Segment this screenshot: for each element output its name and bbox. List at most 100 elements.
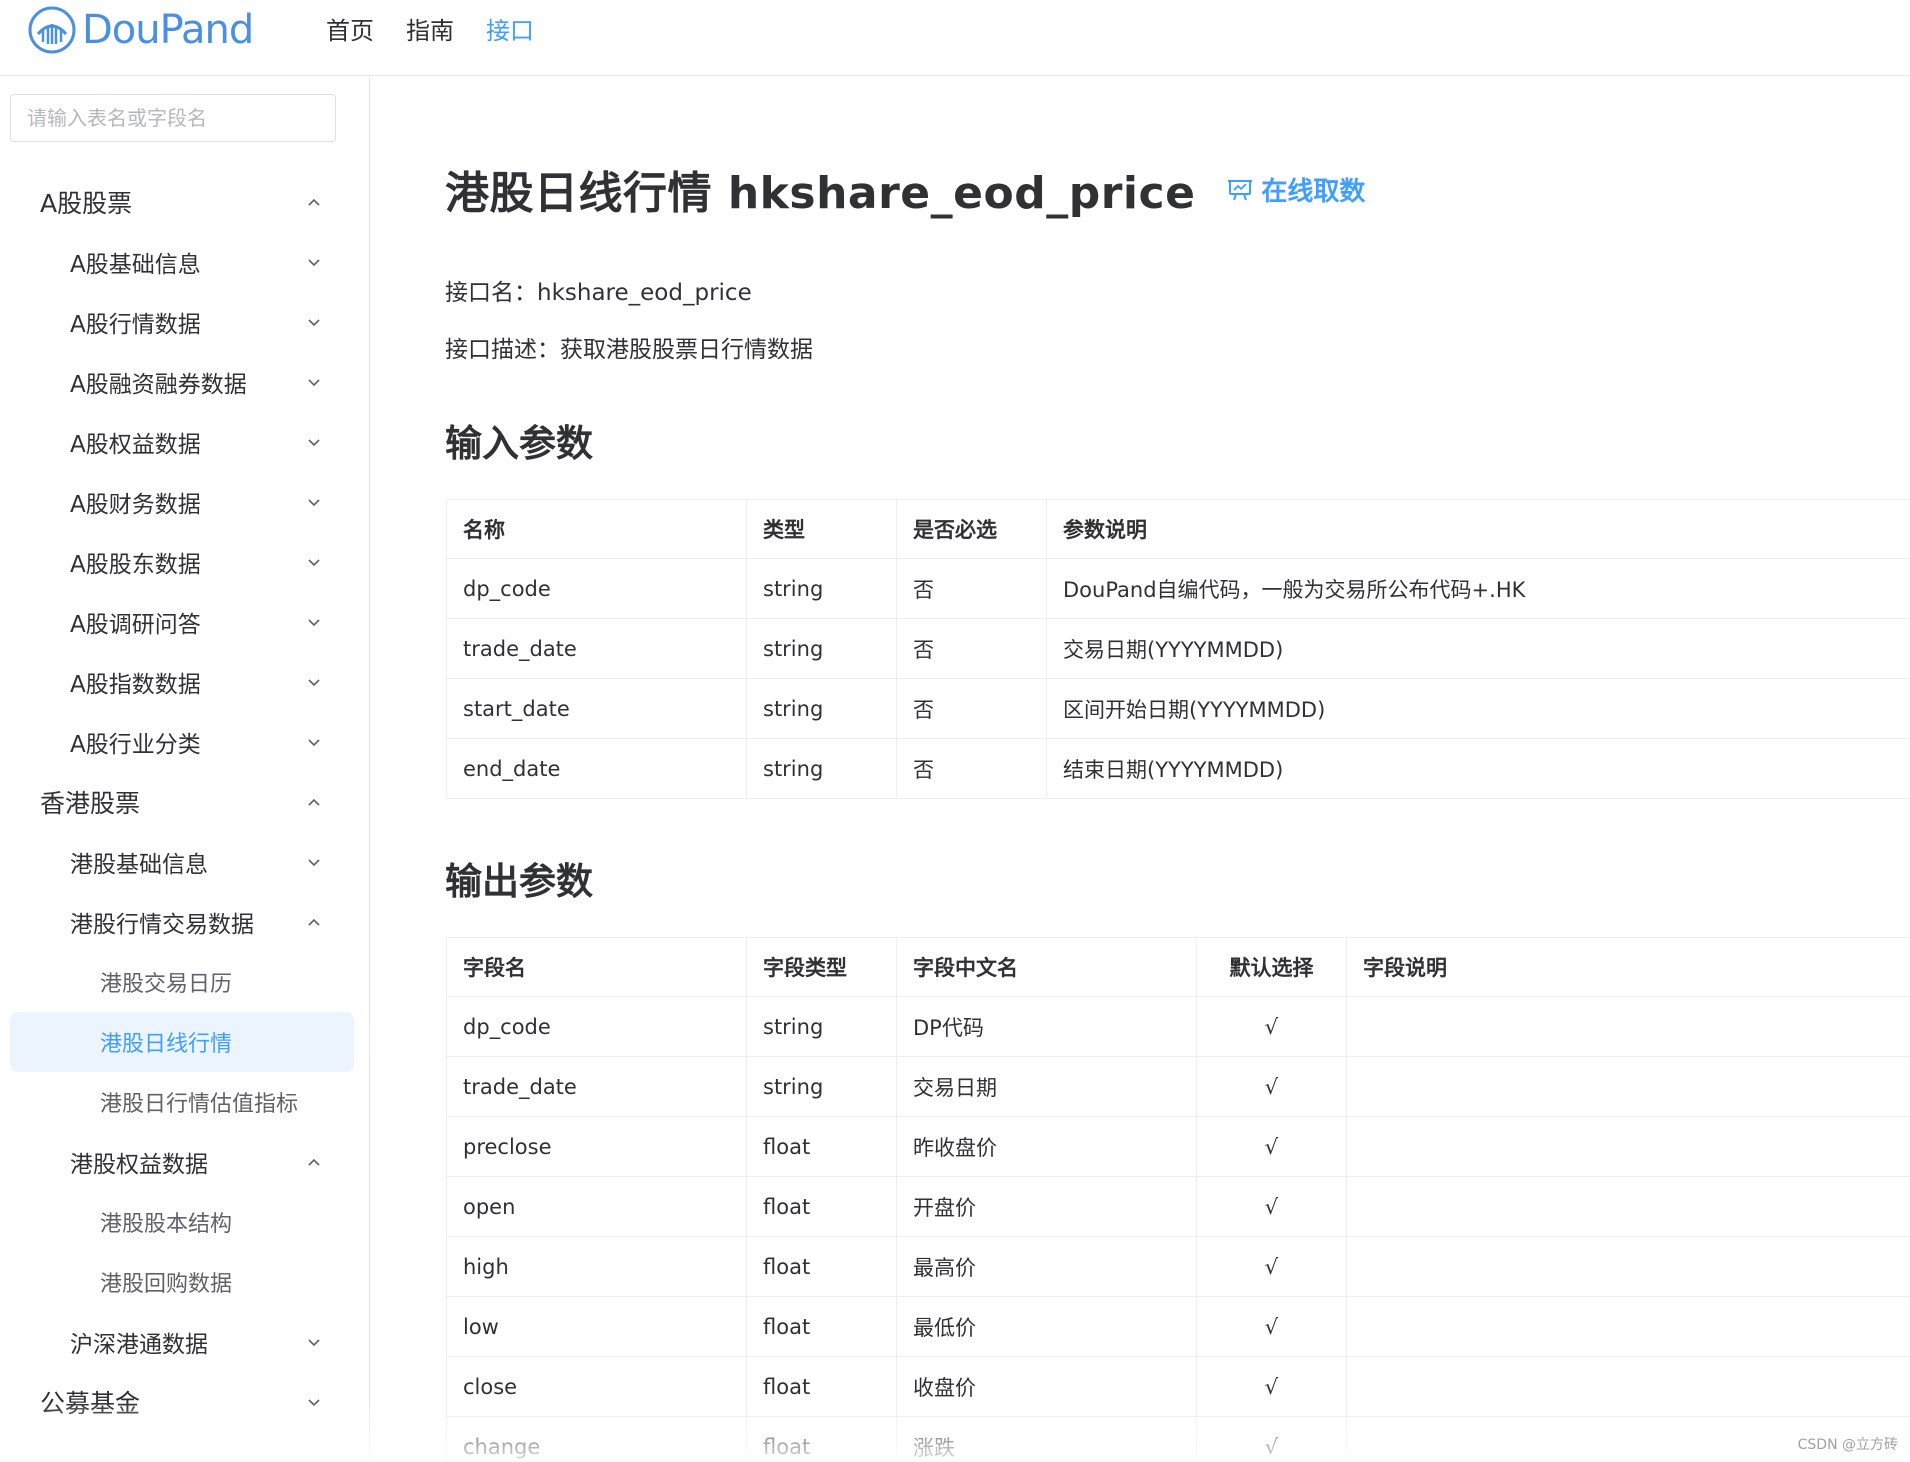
column-header: 类型 — [746, 499, 897, 559]
sidebar-item[interactable]: A股指数数据 — [0, 652, 369, 712]
table-cell: string — [746, 996, 897, 1057]
brand-logo[interactable]: DouPand — [26, 4, 254, 56]
sidebar-item[interactable]: A股财务数据 — [0, 472, 369, 532]
chevron-down-icon — [306, 554, 322, 570]
table-cell: 最低价 — [896, 1296, 1197, 1357]
table-cell: √ — [1196, 1056, 1347, 1117]
table-row: low float 最低价 √ — [446, 1296, 1910, 1357]
table-cell: string — [746, 618, 897, 679]
table-cell: 收盘价 — [896, 1356, 1197, 1417]
sidebar-item-label: A股行业分类 — [70, 732, 201, 758]
sidebar-item[interactable]: 港股股本结构 — [0, 1192, 369, 1252]
sidebar-item-label: A股行情数据 — [70, 312, 201, 338]
table-cell: 否 — [896, 618, 1047, 679]
table-row: start_date string 否区间开始日期(YYYYMMDD) — [446, 678, 1910, 739]
sidebar-item[interactable]: 公募基金 — [0, 1372, 369, 1432]
table-cell: √ — [1196, 1416, 1347, 1462]
table-cell: √ — [1196, 1296, 1347, 1357]
table-cell — [1346, 1296, 1910, 1357]
sidebar-item-label: 港股股本结构 — [100, 1212, 233, 1237]
table-cell: float — [746, 1296, 897, 1357]
table-cell — [1346, 1176, 1910, 1237]
table-cell: 结束日期(YYYYMMDD) — [1046, 738, 1910, 799]
sidebar-item[interactable]: A股调研问答 — [0, 592, 369, 652]
column-header: 字段说明 — [1346, 937, 1910, 997]
table-cell: 昨收盘价 — [896, 1116, 1197, 1177]
sidebar-item-label: A股财务数据 — [70, 492, 201, 518]
online-fetch-link[interactable]: 在线取数 — [1227, 171, 1365, 208]
sidebar-item[interactable]: A股股东数据 — [0, 532, 369, 592]
sidebar-item[interactable]: A股行情数据 — [0, 292, 369, 352]
table-row: preclose float 昨收盘价 √ — [446, 1116, 1910, 1177]
top-header: DouPand 首页 指南 接口 — [0, 0, 1910, 76]
table-row: close float 收盘价 √ — [446, 1356, 1910, 1417]
table-row: dp_code string 否 DouPand自编代码，一般为交易所公布代码+.HK — [446, 558, 1910, 619]
table-row: trade_date string 交易日期 √ — [446, 1056, 1910, 1117]
chevron-down-icon — [306, 314, 322, 330]
logo-icon — [28, 6, 76, 54]
nav-home[interactable]: 首页 — [326, 12, 374, 50]
sidebar-item[interactable]: 港股交易日历 — [0, 952, 369, 1012]
table-header-row: 名称 类型 是否必选 参数说明 — [446, 499, 1910, 559]
table-cell: dp_code — [446, 558, 747, 619]
table-cell: float — [746, 1416, 897, 1462]
table-cell: DouPand自编代码，一般为交易所公布代码+.HK — [1046, 558, 1910, 619]
sidebar-item[interactable]: 香港股票 — [0, 772, 369, 832]
chevron-down-icon — [306, 254, 322, 270]
chart-board-icon — [1228, 180, 1253, 201]
table-cell — [1346, 1116, 1910, 1177]
api-name-label: 接口名： — [445, 280, 537, 306]
sidebar-item[interactable]: 港股回购数据 — [0, 1252, 369, 1312]
nav-guide[interactable]: 指南 — [406, 12, 454, 50]
table-cell: end_date — [446, 738, 747, 799]
table-row: open float 开盘价 √ — [446, 1176, 1910, 1237]
api-desc-label: 接口描述： — [445, 337, 560, 363]
column-header: 默认选择 — [1196, 937, 1347, 997]
sidebar-item-label: 港股行情交易数据 — [70, 912, 254, 938]
sidebar-item[interactable]: A股融资融券数据 — [0, 352, 369, 412]
sidebar-item[interactable]: A股基础信息 — [0, 232, 369, 292]
brand-name: DouPand — [82, 7, 254, 53]
sidebar-item-label: A股调研问答 — [70, 612, 201, 638]
sidebar-item[interactable]: A股行业分类 — [0, 712, 369, 772]
table-cell: string — [746, 738, 897, 799]
table-cell: √ — [1196, 1356, 1347, 1417]
table-cell — [1346, 1236, 1910, 1297]
chevron-down-icon — [306, 674, 322, 690]
sidebar-item[interactable]: 港股基础信息 — [0, 832, 369, 892]
table-cell: 交易日期(YYYYMMDD) — [1046, 618, 1910, 679]
sidebar-item-label: A股指数数据 — [70, 672, 201, 698]
chevron-up-icon — [306, 794, 322, 810]
table-cell — [1346, 996, 1910, 1057]
table-cell: change — [446, 1416, 747, 1462]
api-desc-row: 接口描述：获取港股股票日行情数据 — [445, 330, 813, 364]
sidebar: A股股票 A股基础信息 A股行情数据 A股融资融券数据 A股权益数据 A股财务数据 A股股东… — [0, 77, 370, 1462]
page-title: 港股日线行情 hkshare_eod_price — [445, 168, 1196, 219]
sidebar-search-input[interactable] — [10, 94, 336, 142]
sidebar-item-label: A股基础信息 — [70, 252, 201, 278]
sidebar-item-label: 港股交易日历 — [100, 972, 233, 997]
chevron-down-icon — [306, 1394, 322, 1410]
sidebar-item[interactable]: 港股权益数据 — [0, 1132, 369, 1192]
chevron-down-icon — [306, 1334, 322, 1350]
table-cell: open — [446, 1176, 747, 1237]
main-content: 港股日线行情 hkshare_eod_price 在线取数 接口名：hkshar… — [371, 77, 1910, 1462]
table-cell: string — [746, 678, 897, 739]
sidebar-item[interactable]: 港股行情交易数据 — [0, 892, 369, 952]
sidebar-item[interactable]: 港股日线行情 — [10, 1012, 354, 1072]
sidebar-item[interactable]: 沪深港通数据 — [0, 1312, 369, 1372]
sidebar-item-label: A股股票 — [40, 189, 133, 218]
chevron-up-icon — [306, 1154, 322, 1170]
table-row: high float 最高价 √ — [446, 1236, 1910, 1297]
output-params-table: 字段名 字段类型 字段中文名 默认选择 字段说明 dp_code string DP… — [446, 937, 1910, 1462]
table-cell: 否 — [896, 558, 1047, 619]
nav-api[interactable]: 接口 — [486, 12, 534, 50]
chevron-down-icon — [306, 494, 322, 510]
sidebar-item[interactable]: 港股日行情估值指标 — [0, 1072, 369, 1132]
sidebar-item[interactable]: A股股票 — [0, 172, 369, 232]
table-cell: low — [446, 1296, 747, 1357]
table-cell: √ — [1196, 1236, 1347, 1297]
sidebar-item-label: 香港股票 — [40, 789, 141, 818]
sidebar-item[interactable]: A股权益数据 — [0, 412, 369, 472]
chevron-down-icon — [306, 614, 322, 630]
